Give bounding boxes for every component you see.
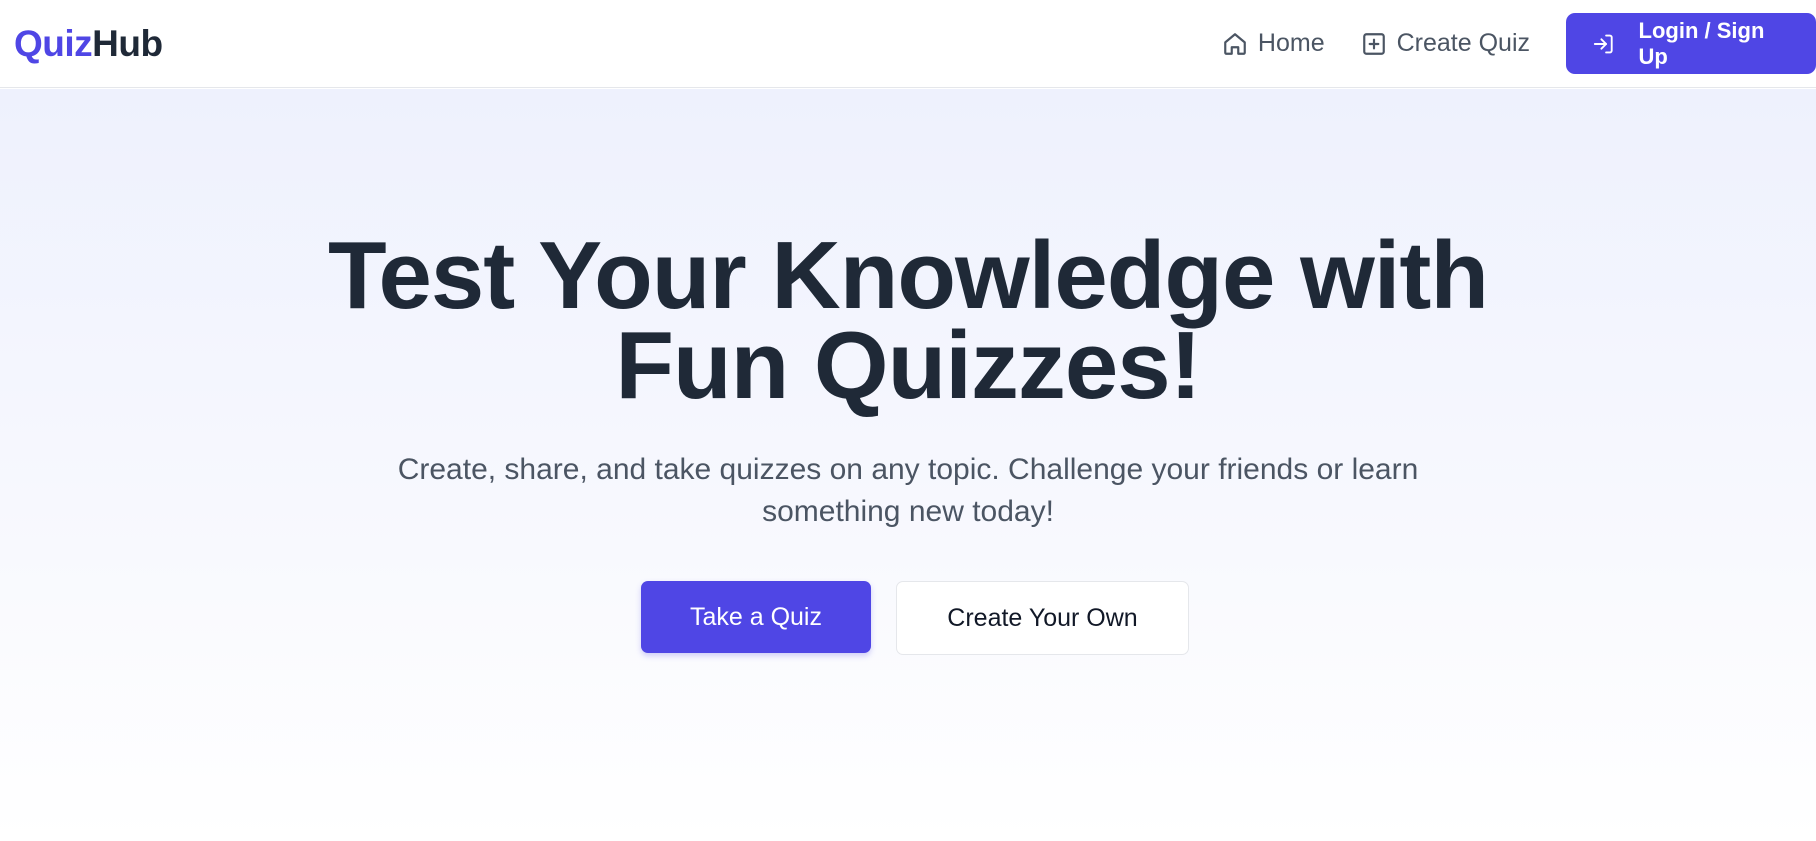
nav-create-quiz-label: Create Quiz bbox=[1396, 29, 1530, 57]
create-your-own-button[interactable]: Create Your Own bbox=[896, 581, 1189, 655]
hero-title: Test Your Knowledge with Fun Quizzes! bbox=[327, 222, 1489, 419]
nav-links: Home Create Quiz Login / Sign Up bbox=[1222, 0, 1816, 87]
login-signup-label: Login / Sign Up bbox=[1638, 17, 1765, 69]
nav-home-link[interactable]: Home bbox=[1222, 29, 1325, 58]
take-quiz-button[interactable]: Take a Quiz bbox=[641, 581, 871, 653]
hero-subtitle: Create, share, and take quizzes on any t… bbox=[397, 453, 1419, 528]
logo[interactable]: Quiz Hub bbox=[14, 23, 163, 65]
login-icon bbox=[1593, 34, 1613, 53]
top-navbar: Quiz Hub Home Create Quiz Login / Sign Up bbox=[0, 0, 1816, 88]
login-signup-button[interactable]: Login / Sign Up bbox=[1566, 13, 1816, 74]
nav-create-quiz-link[interactable]: Create Quiz bbox=[1361, 29, 1530, 58]
nav-home-label: Home bbox=[1257, 29, 1325, 57]
plus-square-icon bbox=[1362, 32, 1385, 55]
logo-rest-text: Hub bbox=[92, 22, 163, 64]
cta-buttons: Take a Quiz Create Your Own bbox=[641, 581, 1189, 655]
hero-section: Test Your Knowledge with Fun Quizzes! Cr… bbox=[0, 89, 1816, 841]
logo-accent-text: Quiz bbox=[14, 22, 93, 64]
home-icon bbox=[1224, 32, 1246, 55]
